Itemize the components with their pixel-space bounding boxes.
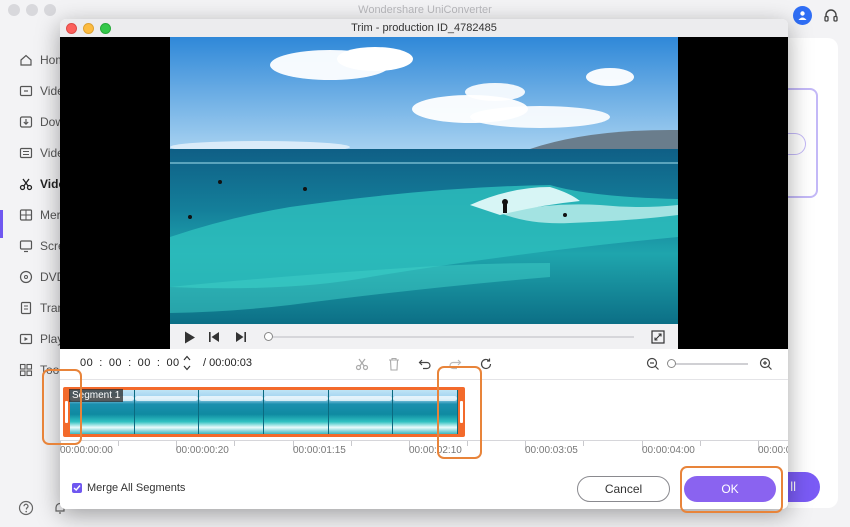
zoom-out-icon[interactable] xyxy=(645,356,661,372)
timecode-frames[interactable]: 00 xyxy=(166,357,179,369)
cut-scissors-icon[interactable] xyxy=(354,356,370,372)
zoom-slider-track[interactable] xyxy=(670,363,748,365)
download-icon xyxy=(18,115,33,130)
start-handle-highlight xyxy=(42,369,82,445)
fullscreen-icon[interactable] xyxy=(650,329,666,345)
trim-toolbar: 00 : 00 : 00 : 00 / 00:00:03 xyxy=(60,349,788,379)
timecode-hours[interactable]: 00 xyxy=(80,357,93,369)
ruler-label: 00:00:00:20 xyxy=(176,445,229,456)
dialog-close-button[interactable] xyxy=(66,23,77,34)
dialog-window-controls xyxy=(66,23,111,34)
end-handle-highlight xyxy=(437,366,482,459)
video-converter-icon xyxy=(18,84,33,99)
thumbnail-frame xyxy=(134,390,200,434)
dvd-icon xyxy=(18,270,33,285)
ruler-label: 00:00:03:05 xyxy=(525,445,578,456)
dialog-title: Trim - production ID_4782485 xyxy=(351,22,497,34)
trim-dialog-titlebar: Trim - production ID_4782485 xyxy=(60,19,788,38)
app-minimize-light[interactable] xyxy=(26,4,38,16)
previous-frame-icon[interactable] xyxy=(206,329,222,345)
app-zoom-light[interactable] xyxy=(44,4,56,16)
video-frame-image xyxy=(170,37,678,324)
timecode-seconds[interactable]: 00 xyxy=(138,357,151,369)
dialog-minimize-button[interactable] xyxy=(83,23,94,34)
total-duration: / 00:00:03 xyxy=(203,357,252,369)
undo-icon[interactable] xyxy=(417,356,433,372)
app-window-controls xyxy=(8,4,56,16)
timecode-stepper[interactable] xyxy=(182,354,192,372)
video-player xyxy=(60,37,788,349)
account-icon[interactable] xyxy=(793,6,812,25)
sidebar: Home Video Converter Downloader Video Co… xyxy=(0,40,139,527)
screen-record-icon xyxy=(18,239,33,254)
next-frame-icon[interactable] xyxy=(233,329,249,345)
scissors-icon xyxy=(18,177,33,192)
ruler-label: 00:00:0 xyxy=(758,445,788,456)
delete-trash-icon[interactable] xyxy=(386,356,402,372)
trim-dialog: Trim - production ID_4782485 00: 00: 0… xyxy=(60,19,788,509)
sidebar-active-indicator xyxy=(0,210,3,238)
thumbnail-frame xyxy=(264,390,329,434)
help-icon[interactable] xyxy=(18,500,34,519)
segment-thumbnails xyxy=(70,390,458,434)
home-icon xyxy=(18,53,33,68)
ruler-label: 00:00:01:15 xyxy=(293,445,346,456)
merge-segments-label: Merge All Segments xyxy=(87,482,186,494)
play-icon[interactable] xyxy=(182,329,198,345)
support-headset-icon[interactable] xyxy=(822,7,840,25)
playback-progress-bar[interactable] xyxy=(264,336,634,338)
ruler-label: 00:00:04:00 xyxy=(642,445,695,456)
merge-segments-checkbox[interactable] xyxy=(72,483,82,493)
top-right-icons xyxy=(793,6,840,25)
thumbnail-frame xyxy=(199,390,265,434)
transfer-icon xyxy=(18,301,33,316)
ok-button-highlight xyxy=(680,466,783,513)
dialog-footer: Merge All Segments Cancel OK xyxy=(60,469,788,509)
compress-icon xyxy=(18,146,33,161)
thumbnail-frame xyxy=(328,390,394,434)
video-preview[interactable] xyxy=(170,37,678,324)
merge-segments-option[interactable]: Merge All Segments xyxy=(72,482,185,494)
cancel-button[interactable]: Cancel xyxy=(577,476,670,502)
player-controls xyxy=(170,324,678,349)
zoom-in-icon[interactable] xyxy=(758,356,774,372)
timeline-segment[interactable]: Segment 1 xyxy=(63,387,465,437)
ruler-label: 00:00:00:00 xyxy=(60,445,113,456)
playback-progress-knob[interactable] xyxy=(264,332,273,341)
app-close-light[interactable] xyxy=(8,4,20,16)
dialog-zoom-button[interactable] xyxy=(100,23,111,34)
merge-icon xyxy=(18,208,33,223)
player-icon xyxy=(18,332,33,347)
trim-timeline: Segment 1 00:00:00:00 00:00:00:20 00:00:… xyxy=(60,379,788,469)
toolbox-icon xyxy=(18,363,33,378)
zoom-slider-knob[interactable] xyxy=(667,359,676,368)
app-title: Wondershare UniConverter xyxy=(0,0,850,20)
timecode-minutes[interactable]: 00 xyxy=(109,357,122,369)
timecode-input[interactable]: 00 : 00 : 00 : 00 xyxy=(80,357,180,369)
